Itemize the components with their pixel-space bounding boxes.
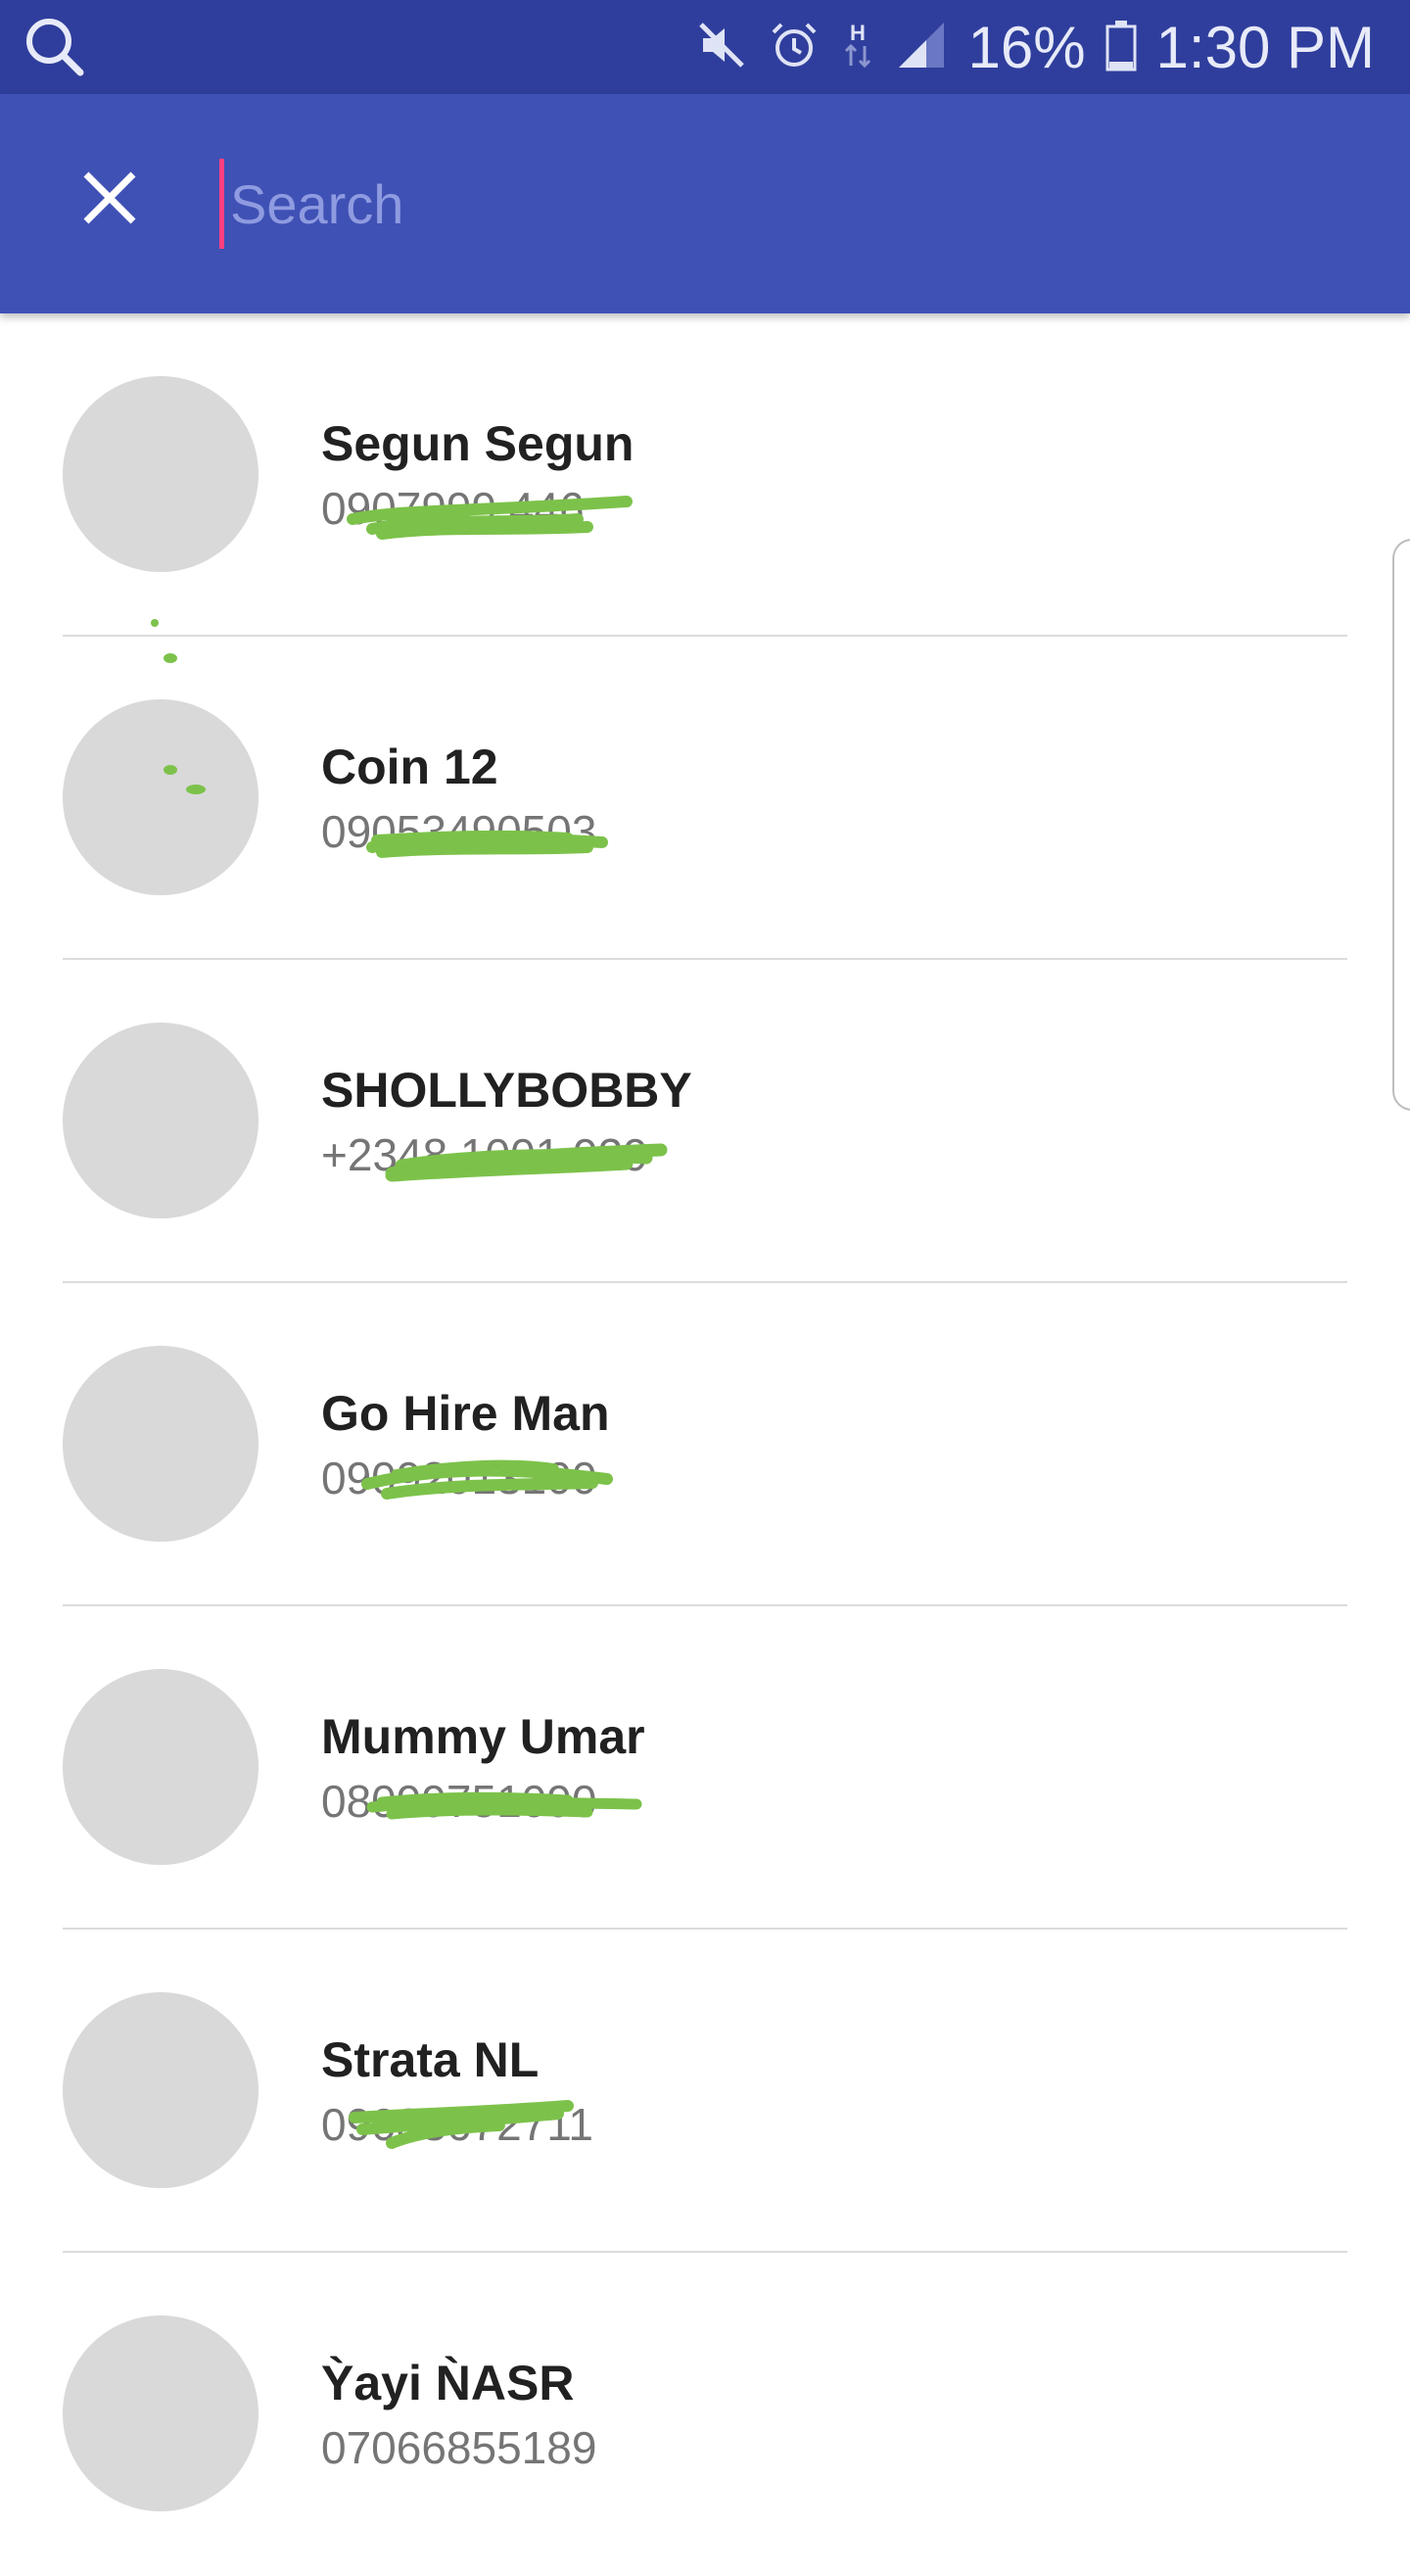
contact-row[interactable]: SHOLLYBOBBY +2348 1001 929 — [0, 960, 1410, 1283]
avatar — [63, 699, 258, 895]
battery-percent: 16% — [967, 14, 1086, 80]
h-data-icon: H — [840, 19, 875, 76]
close-button[interactable] — [63, 153, 157, 247]
close-icon — [80, 168, 139, 232]
status-icons: H 16% 1:30 PM — [695, 0, 1375, 94]
contact-row[interactable]: Ỳayi ǸASR 07066855189 — [0, 2253, 1410, 2576]
contact-row[interactable]: Segun Segun 0907999 446 — [0, 313, 1410, 637]
signal-icon — [895, 19, 948, 76]
contact-row[interactable]: Coin 12 09053490503 — [0, 619, 1410, 960]
contact-name: Mummy Umar — [321, 1709, 645, 1764]
edge-panel-handle[interactable] — [1392, 539, 1410, 1111]
search-icon[interactable] — [24, 16, 86, 78]
mute-icon — [695, 19, 748, 76]
svg-text:H: H — [851, 21, 867, 45]
avatar — [63, 1992, 258, 2188]
contact-phone: 09033672711 — [321, 2099, 593, 2150]
search-app-bar — [0, 94, 1410, 313]
contact-row[interactable]: Go Hire Man 09092013100 — [0, 1283, 1410, 1606]
contact-name: Segun Segun — [321, 416, 634, 471]
contact-phone: 07066855189 — [321, 2422, 597, 2473]
contact-list: Segun Segun 0907999 446 Coin 12 09053490… — [0, 313, 1410, 2576]
contact-phone: 08099751090 — [321, 1776, 597, 1827]
avatar — [63, 2315, 258, 2511]
contact-phone: +2348 1001 929 — [321, 1129, 648, 1180]
contact-name: Coin 12 — [321, 739, 498, 794]
status-bar: H 16% 1:30 PM — [0, 0, 1410, 94]
avatar — [63, 1346, 258, 1542]
avatar — [63, 1669, 258, 1865]
search-input[interactable] — [219, 159, 1296, 249]
contact-name: Strata NL — [321, 2032, 540, 2087]
contact-name: SHOLLYBOBBY — [321, 1063, 692, 1118]
contact-row[interactable]: Mummy Umar 08099751090 — [0, 1606, 1410, 1930]
contact-row[interactable]: Strata NL 09033672711 — [0, 1930, 1410, 2253]
contact-phone: 09092013100 — [321, 1453, 597, 1503]
contact-name: Go Hire Man — [321, 1386, 610, 1441]
alarm-icon — [768, 19, 821, 76]
contact-phone: 0907999 446 — [321, 483, 585, 534]
clock: 1:30 PM — [1155, 14, 1375, 80]
avatar — [63, 1023, 258, 1218]
battery-icon — [1105, 19, 1137, 76]
avatar — [63, 376, 258, 572]
contact-phone: 09053490503 — [321, 806, 597, 857]
contact-name: Ỳayi ǸASR — [321, 2356, 575, 2410]
